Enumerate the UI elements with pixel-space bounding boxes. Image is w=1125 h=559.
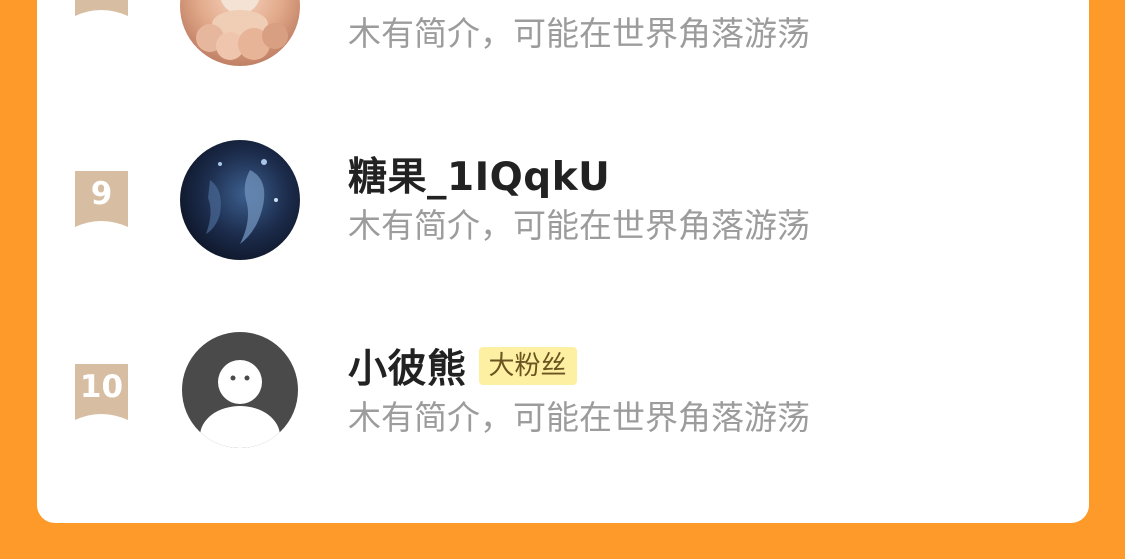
fan-level-badge: 大粉丝 bbox=[478, 347, 577, 385]
user-name-line: 小彼熊 大粉丝 bbox=[348, 342, 577, 392]
rank-number: 9 bbox=[90, 176, 113, 212]
ranking-row[interactable]: 10 小彼熊 大粉丝 木有简介，可能在世界角落游荡 bbox=[37, 332, 1089, 472]
user-bio: 木有简介，可能在世界角落游荡 bbox=[348, 14, 810, 53]
avatar-default-person-icon bbox=[182, 332, 298, 448]
avatar-peach-clouds-icon bbox=[180, 0, 300, 66]
rank-number: 10 bbox=[79, 369, 124, 405]
ribbon-icon bbox=[75, 0, 128, 16]
user-name-line: 糖果_1IQqkU bbox=[348, 150, 610, 200]
user-bio: 木有简介，可能在世界角落游荡 bbox=[348, 398, 810, 437]
avatar-dark-fantasy-icon bbox=[180, 140, 300, 260]
ranking-row[interactable]: 9 糖果_1IQqkU 木有简介，可能在世界角落游荡 bbox=[37, 140, 1089, 280]
user-bio: 木有简介，可能在世界角落游荡 bbox=[348, 206, 810, 245]
ranking-card: 8 木有简介，可 bbox=[37, 0, 1089, 523]
user-name[interactable]: 糖果_1IQqkU bbox=[348, 146, 610, 202]
user-avatar[interactable] bbox=[182, 332, 298, 448]
user-avatar[interactable] bbox=[180, 140, 300, 260]
user-avatar[interactable] bbox=[180, 0, 300, 66]
ranking-row[interactable]: 8 木有简介，可 bbox=[37, 0, 1089, 100]
rank-badge: 8 bbox=[75, 0, 128, 16]
rank-badge: 10 bbox=[75, 364, 128, 420]
user-name[interactable]: 小彼熊 bbox=[348, 338, 467, 394]
rank-badge: 9 bbox=[75, 171, 128, 227]
